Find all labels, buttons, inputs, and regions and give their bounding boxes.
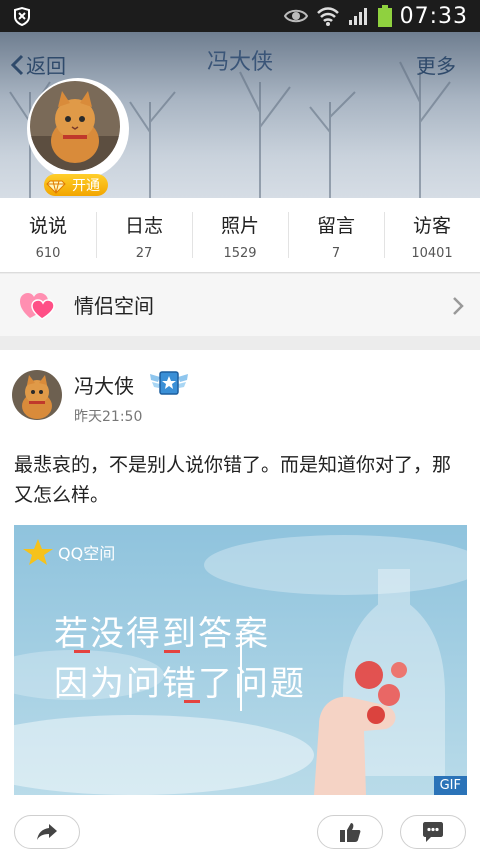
stat-label: 留言 <box>316 215 355 237</box>
diamond-icon <box>46 180 66 194</box>
stat-count: 10401 <box>411 246 453 261</box>
vip-label: 开通 <box>72 178 100 194</box>
post-time: 昨天21:50 <box>74 409 143 425</box>
couple-space-label: 情侣空间 <box>74 294 154 318</box>
stats-bar: 说说 610 日志 27 照片 1529 留言 7 访客 10401 <box>0 198 480 273</box>
thumbs-up-icon <box>340 823 361 842</box>
share-button[interactable] <box>14 815 80 849</box>
more-button[interactable]: 更多 <box>416 50 456 79</box>
quote-image: QQ空间 若没得到答案 因为问错了问题 <box>14 525 467 795</box>
chevron-right-icon <box>453 297 464 315</box>
stat-label: 说说 <box>28 215 67 237</box>
stat-blog[interactable]: 日志 27 <box>96 198 192 272</box>
hearts-icon <box>20 293 55 320</box>
clock: 07:33 <box>399 3 468 29</box>
battery-icon <box>377 5 392 27</box>
stat-label: 日志 <box>124 215 163 237</box>
profile-avatar[interactable] <box>27 78 129 180</box>
post-image[interactable]: QQ空间 若没得到答案 因为问错了问题 GIF <box>14 525 467 795</box>
comment-icon <box>423 822 443 842</box>
eye-icon <box>283 9 308 23</box>
post-author-name[interactable]: 冯大侠 <box>74 370 134 399</box>
post-text: 最悲哀的，不是别人说你错了。而是知道你对了，那又怎么样。 <box>14 454 452 506</box>
gif-tag: GIF <box>433 776 467 795</box>
image-quote-line1: 若没得到答案 <box>54 614 270 654</box>
stat-count: 7 <box>331 246 341 261</box>
stat-label: 照片 <box>220 215 259 237</box>
cat-avatar-image <box>30 81 120 171</box>
stat-photos[interactable]: 照片 1529 <box>192 198 288 272</box>
page-title: 冯大侠 <box>206 50 273 75</box>
signal-icon <box>348 8 367 25</box>
couple-space-row[interactable]: 情侣空间 <box>0 274 480 336</box>
stat-label: 访客 <box>412 215 451 237</box>
post-author-avatar[interactable] <box>12 370 62 420</box>
profile-header: 返回 冯大侠 更多 开通 <box>0 32 480 198</box>
status-bar: 07:33 <box>0 0 480 32</box>
stat-messages[interactable]: 留言 7 <box>288 198 384 272</box>
image-brand: QQ空间 <box>58 544 115 563</box>
like-button[interactable] <box>317 815 383 849</box>
cat-avatar-image <box>12 370 62 420</box>
stat-count: 1529 <box>223 246 257 261</box>
stat-shuoshuo[interactable]: 说说 610 <box>0 198 96 272</box>
stat-visitors[interactable]: 访客 10401 <box>384 198 480 272</box>
share-icon <box>37 824 57 840</box>
vip-open-badge[interactable]: 开通 <box>44 174 108 196</box>
app-notification-icon <box>14 6 30 26</box>
wifi-icon <box>316 7 339 26</box>
image-quote-line2: 因为问错了问题 <box>54 664 306 704</box>
stat-count: 610 <box>35 246 61 261</box>
stat-count: 27 <box>135 246 153 261</box>
vip-wings-badge-icon <box>150 371 188 395</box>
comment-button[interactable] <box>400 815 466 849</box>
feed-post: 冯大侠 昨天21:50 最悲哀的，不是别人说你错了。而是知道你对了，那又怎么样。 <box>0 350 480 854</box>
